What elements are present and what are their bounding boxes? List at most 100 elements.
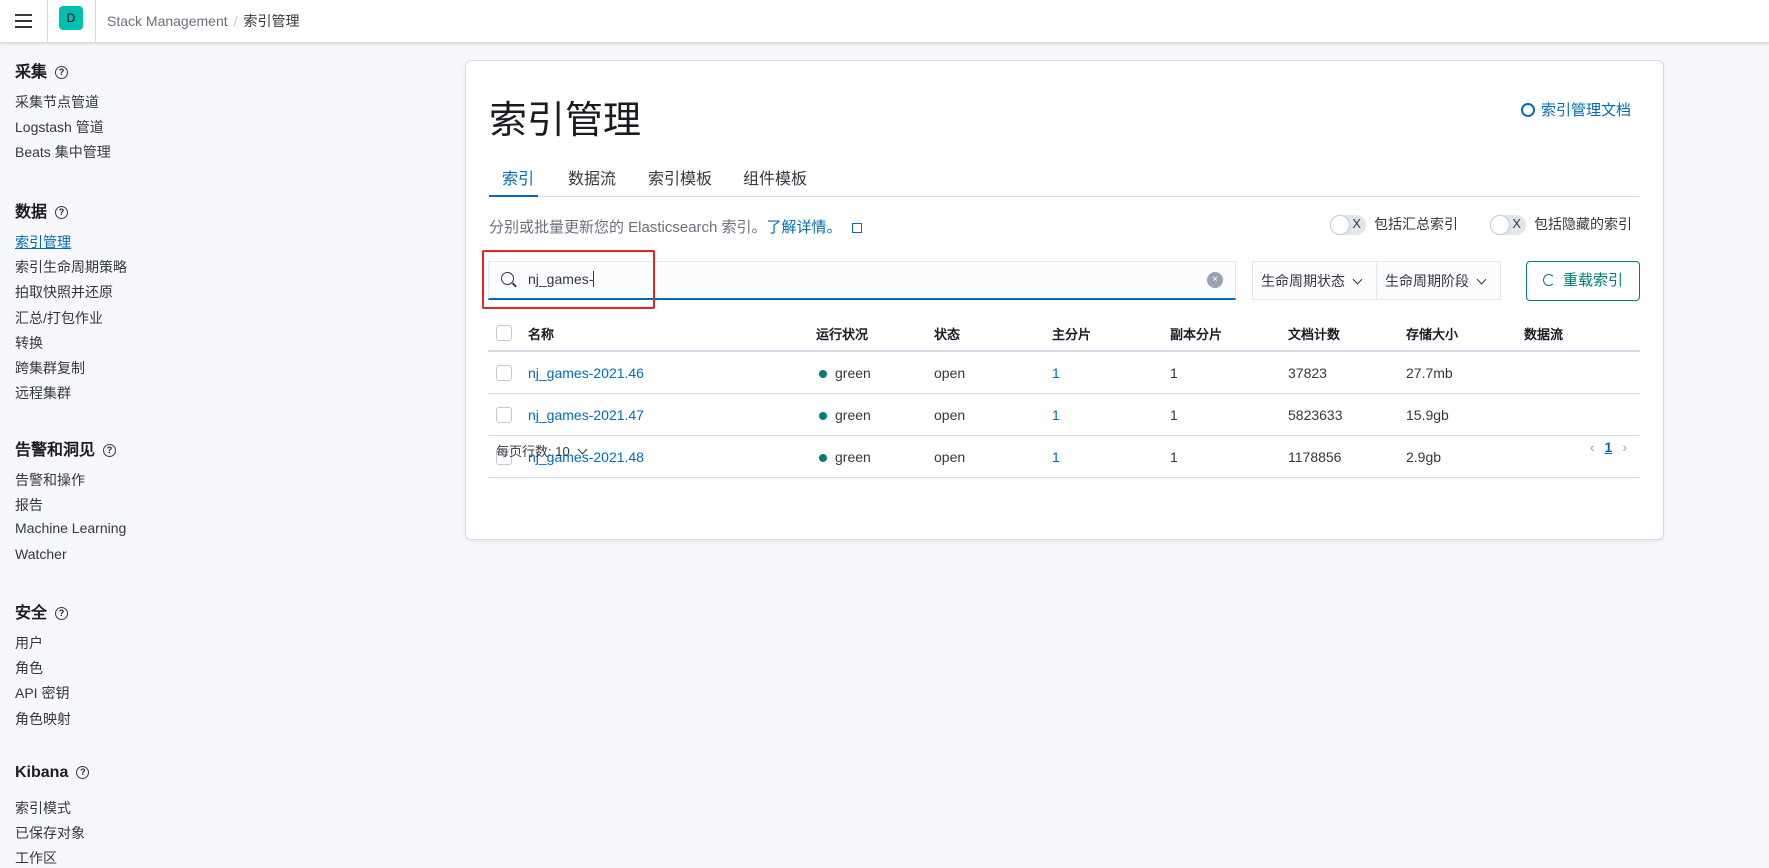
sidebar-item[interactable]: 角色 bbox=[15, 658, 43, 678]
sidebar-item[interactable]: API 密钥 bbox=[15, 683, 69, 703]
sidebar-item[interactable]: 远程集群 bbox=[15, 383, 71, 403]
space-avatar[interactable]: D bbox=[59, 6, 83, 30]
select-all-checkbox[interactable] bbox=[496, 325, 512, 341]
page-1[interactable]: 1 bbox=[1605, 439, 1613, 455]
replica-shards: 1 bbox=[1170, 364, 1178, 381]
filter-label: 生命周期状态 bbox=[1261, 273, 1345, 289]
tab-indices[interactable]: 索引 bbox=[502, 165, 534, 189]
sidebar-item[interactable]: 索引管理 bbox=[15, 232, 71, 252]
index-name-link[interactable]: nj_games-2021.47 bbox=[528, 407, 644, 423]
highlight-annotation bbox=[482, 250, 655, 309]
indices-table: 名称 运行状况 状态 主分片 副本分片 文档计数 存储大小 数据流 nj_gam… bbox=[488, 316, 1640, 478]
external-link-icon bbox=[851, 223, 862, 233]
section-title-text: 数据 bbox=[15, 204, 48, 221]
sidebar-item[interactable]: 跨集群复制 bbox=[15, 358, 85, 378]
health-dot-icon bbox=[819, 453, 827, 462]
sidebar-section-title: 采集? bbox=[15, 58, 69, 82]
menu-icon[interactable] bbox=[15, 14, 32, 28]
divider bbox=[47, 0, 48, 43]
status: open bbox=[934, 448, 966, 465]
sidebar-item[interactable]: 用户 bbox=[15, 633, 43, 653]
clear-search-icon[interactable]: × bbox=[1207, 272, 1223, 288]
sidebar-item[interactable]: 索引生命周期策略 bbox=[15, 257, 127, 277]
storage-size: 15.9gb bbox=[1406, 406, 1449, 423]
sidebar-item[interactable]: Logstash 管道 bbox=[15, 117, 104, 137]
include-rollup-toggle[interactable]: X 包括汇总索引 bbox=[1330, 214, 1458, 236]
reload-indices-button[interactable]: 重载索引 bbox=[1526, 261, 1640, 301]
lifecycle-phase-filter[interactable]: 生命周期阶段 bbox=[1377, 262, 1500, 299]
col-data-stream[interactable]: 数据流 bbox=[1524, 324, 1640, 343]
reload-label: 重载索引 bbox=[1562, 272, 1623, 289]
storage-size: 27.7mb bbox=[1406, 364, 1453, 381]
tab-component-templates[interactable]: 组件模板 bbox=[743, 165, 807, 189]
lifecycle-status-filter[interactable]: 生命周期状态 bbox=[1253, 262, 1377, 299]
col-size[interactable]: 存储大小 bbox=[1406, 324, 1524, 343]
sidebar-item[interactable]: 角色映射 bbox=[15, 709, 71, 729]
page-title: 索引管理 bbox=[489, 100, 642, 142]
sidebar-section-title: 安全? bbox=[15, 599, 69, 623]
sidebar-item[interactable]: Machine Learning bbox=[15, 520, 126, 536]
col-status[interactable]: 状态 bbox=[934, 324, 1052, 343]
prev-page-icon[interactable]: ‹ bbox=[1590, 439, 1595, 455]
sidebar-item[interactable]: 已保存对象 bbox=[15, 823, 85, 843]
sidebar-item[interactable]: 报告 bbox=[15, 495, 43, 515]
col-health[interactable]: 运行状况 bbox=[816, 324, 934, 343]
sidebar-item[interactable]: 告警和操作 bbox=[15, 470, 85, 490]
row-checkbox[interactable] bbox=[496, 364, 512, 381]
tab-data-streams[interactable]: 数据流 bbox=[568, 165, 616, 189]
sidebar-item[interactable]: 拍取快照并还原 bbox=[15, 282, 113, 302]
help-icon[interactable]: ? bbox=[76, 766, 90, 779]
primary-shards: 1 bbox=[1052, 406, 1060, 423]
index-name-link[interactable]: nj_games-2021.46 bbox=[528, 365, 644, 381]
toggle-label: 包括隐藏的索引 bbox=[1534, 216, 1632, 232]
toggle-switch[interactable]: X bbox=[1490, 215, 1526, 236]
tab-index-templates[interactable]: 索引模板 bbox=[648, 165, 712, 189]
status: open bbox=[934, 406, 966, 423]
index-management-panel: 索引管理 索引管理文档 索引 数据流 索引模板 组件模板 分别或批量更新您的 E… bbox=[465, 60, 1664, 540]
sidebar-item[interactable]: Watcher bbox=[15, 546, 67, 562]
sidebar-item[interactable]: Beats 集中管理 bbox=[15, 142, 111, 162]
sidebar-item[interactable]: 转换 bbox=[15, 333, 43, 353]
toggle-switch[interactable]: X bbox=[1330, 215, 1366, 236]
section-title-text: 告警和洞见 bbox=[15, 442, 96, 459]
chevron-down-icon bbox=[1352, 274, 1363, 285]
help-icon[interactable]: ? bbox=[55, 66, 69, 79]
x-icon: X bbox=[1512, 216, 1521, 232]
col-primary[interactable]: 主分片 bbox=[1052, 324, 1170, 343]
x-icon: X bbox=[1352, 216, 1361, 232]
next-page-icon[interactable]: › bbox=[1622, 439, 1627, 455]
learn-more-link[interactable]: 了解详情。 bbox=[767, 219, 842, 236]
description: 分别或批量更新您的 Elasticsearch 索引。了解详情。 bbox=[489, 216, 862, 237]
help-icon[interactable]: ? bbox=[55, 607, 69, 620]
rows-per-page-button[interactable]: 每页行数: 10 bbox=[496, 441, 588, 460]
include-hidden-toggle[interactable]: X 包括隐藏的索引 bbox=[1490, 214, 1632, 236]
top-header: D Stack Management / 索引管理 bbox=[0, 0, 1769, 43]
sidebar-section-title: 数据? bbox=[15, 198, 69, 222]
chevron-down-icon bbox=[1476, 274, 1487, 285]
help-icon[interactable]: ? bbox=[55, 206, 69, 219]
docs-count: 1178856 bbox=[1288, 448, 1342, 465]
col-replica[interactable]: 副本分片 bbox=[1170, 324, 1288, 343]
breadcrumb-stack-management[interactable]: Stack Management bbox=[107, 13, 228, 29]
docs-link[interactable]: 索引管理文档 bbox=[1520, 99, 1631, 120]
primary-shards: 1 bbox=[1052, 364, 1060, 381]
filter-label: 生命周期阶段 bbox=[1385, 273, 1469, 289]
help-icon[interactable]: ? bbox=[103, 444, 117, 457]
health-dot-icon bbox=[819, 369, 827, 378]
divider bbox=[95, 0, 96, 43]
col-name[interactable]: 名称 bbox=[528, 324, 816, 343]
sidebar-item[interactable]: 索引模式 bbox=[15, 798, 71, 818]
active-tab-indicator bbox=[489, 195, 538, 197]
toggle-label: 包括汇总索引 bbox=[1374, 216, 1458, 232]
status: open bbox=[934, 364, 966, 381]
storage-size: 2.9gb bbox=[1406, 448, 1442, 465]
section-title-text: 采集 bbox=[15, 64, 48, 81]
refresh-icon bbox=[1542, 274, 1555, 286]
row-checkbox[interactable] bbox=[496, 406, 512, 423]
sidebar-item[interactable]: 汇总/打包作业 bbox=[15, 308, 103, 328]
sidebar-item[interactable]: 工作区 bbox=[15, 848, 57, 868]
sidebar-item[interactable]: 采集节点管道 bbox=[15, 92, 99, 112]
tabs: 索引 数据流 索引模板 组件模板 bbox=[489, 158, 1640, 197]
sidebar-section-title: Kibana? bbox=[15, 764, 90, 782]
col-docs[interactable]: 文档计数 bbox=[1288, 324, 1406, 343]
